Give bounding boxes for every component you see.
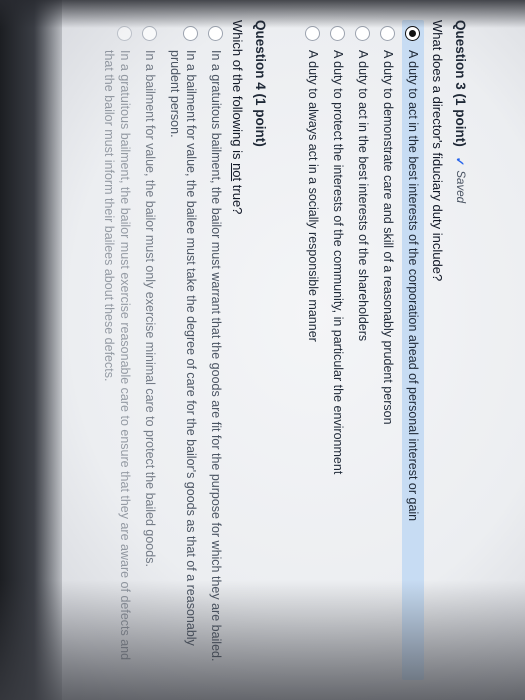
q4-text-emphasis: not xyxy=(230,163,245,182)
radio-selected-icon[interactable] xyxy=(405,26,420,41)
radio-icon[interactable] xyxy=(208,26,223,41)
q3-option-3-label: A duty to act in the best interests of t… xyxy=(356,50,370,342)
radio-icon[interactable] xyxy=(183,26,198,41)
radio-icon[interactable] xyxy=(380,26,395,41)
q4-text-after: true? xyxy=(230,181,245,215)
screen-shadow-top xyxy=(0,0,525,28)
radio-icon[interactable] xyxy=(117,26,132,41)
question-3-title: Question 3 (1 point) xyxy=(453,20,468,147)
q4-option-3-label: In a bailment for value, the bailor must… xyxy=(143,50,157,567)
screen-shadow-bottom xyxy=(0,580,525,700)
radio-icon[interactable] xyxy=(355,26,370,41)
saved-status: ✓ Saved xyxy=(454,157,468,203)
saved-label: Saved xyxy=(454,170,467,203)
q4-option-1-label: In a gratuitous bailment, the bailor mus… xyxy=(209,50,223,662)
radio-icon[interactable] xyxy=(330,26,345,41)
radio-icon[interactable] xyxy=(305,26,320,41)
q3-option-4-label: A duty to protect the interests of the c… xyxy=(331,50,345,475)
q3-option-5-label: A duty to always act in a socially respo… xyxy=(306,50,320,342)
checkmark-icon: ✓ xyxy=(453,156,466,167)
q4-text-before: Which of the following is xyxy=(230,20,245,164)
q3-option-2-label: A duty to demonstrate care and skill of … xyxy=(381,50,395,425)
q3-option-1-label: A duty to act in the best interests of t… xyxy=(406,50,420,522)
screen: Question 3 (1 point) ✓ Saved What does a… xyxy=(0,0,525,700)
question-4-title: Question 4 (1 point) xyxy=(253,20,268,147)
radio-icon[interactable] xyxy=(142,26,157,41)
